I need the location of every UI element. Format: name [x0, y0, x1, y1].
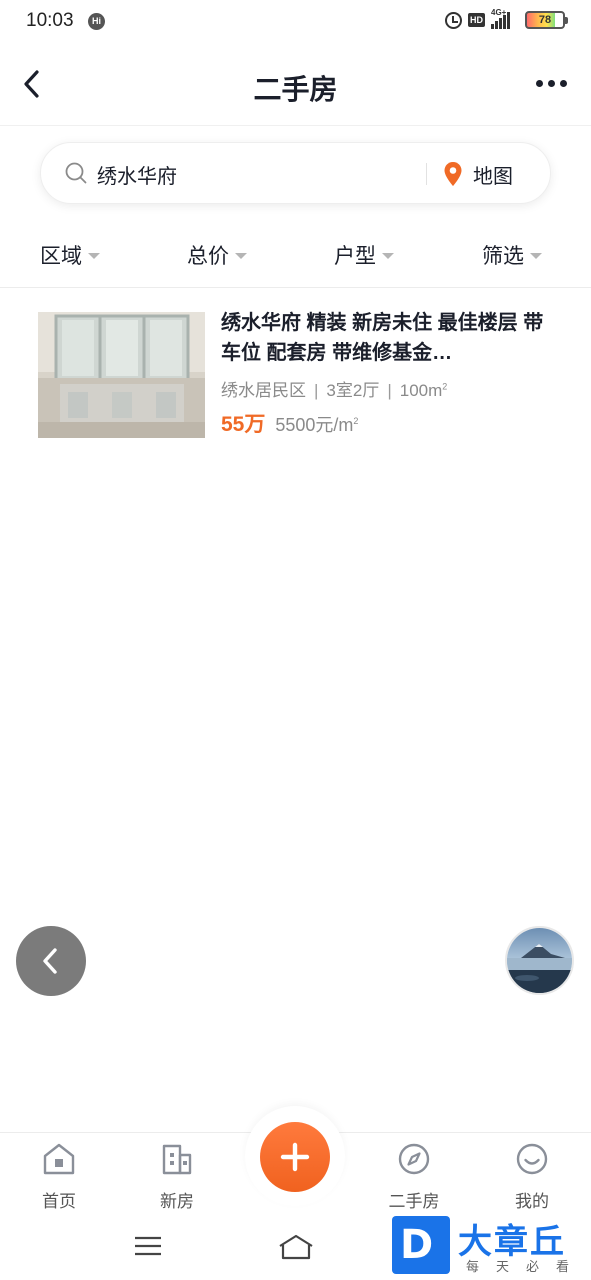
filter-label: 筛选	[482, 245, 524, 268]
search-bar: 地图	[40, 142, 551, 204]
building-icon	[162, 1144, 192, 1175]
search-input[interactable]	[97, 157, 397, 191]
filter-area[interactable]: 区域	[40, 240, 100, 270]
hi-badge-icon: Hi	[88, 13, 105, 30]
listing-community: 绣水居民区	[221, 381, 306, 400]
watermark-badge-letter: D	[400, 1222, 434, 1268]
status-time: 10:03	[26, 10, 74, 31]
listing-photo	[38, 312, 205, 438]
status-icons: HD 4G+ 78	[445, 8, 568, 29]
square-superscript: 2	[353, 416, 359, 426]
compass-icon	[398, 1143, 430, 1175]
filter-label: 总价	[187, 245, 229, 268]
listing-layout: 3室2厅	[326, 381, 380, 400]
caret-down-icon	[530, 253, 542, 259]
tab-label: 新房	[160, 1192, 194, 1211]
page-title: 二手房	[253, 74, 338, 105]
square-superscript: 2	[442, 381, 448, 392]
filter-layout[interactable]: 户型	[334, 240, 394, 270]
map-button[interactable]: 地图	[443, 159, 513, 189]
search-divider	[426, 163, 427, 185]
tab-label: 我的	[515, 1192, 549, 1211]
caret-down-icon	[88, 253, 100, 259]
smile-icon	[516, 1143, 548, 1175]
listing-card[interactable]: 绣水华府 精装 新房未住 最佳楼层 带车位 配套房 带维修基金… 绣水居民区 | 3…	[38, 308, 553, 442]
floating-avatar[interactable]	[505, 926, 574, 995]
more-dot-icon	[547, 79, 555, 87]
price-per-sqm: 5500元/m2	[275, 411, 358, 437]
filter-label: 户型	[334, 245, 376, 268]
meta-separator: |	[387, 381, 392, 400]
plus-icon	[280, 1142, 310, 1172]
caret-down-icon	[235, 253, 247, 259]
battery-icon: 78	[525, 11, 568, 29]
battery-level: 78	[538, 14, 552, 26]
chevron-left-icon	[43, 948, 57, 974]
more-dot-icon	[559, 79, 567, 87]
watermark-logo: D 大章丘 每天必看	[386, 1214, 591, 1280]
more-dot-icon	[535, 79, 543, 87]
network-type: 4G+	[491, 8, 507, 17]
signal-icon: 4G+	[491, 8, 519, 29]
status-bar: 10:03 Hi HD 4G+ 78	[0, 0, 591, 44]
home-icon	[43, 1143, 75, 1175]
filter-more[interactable]: 筛选	[482, 240, 542, 270]
floating-back-button[interactable]	[16, 926, 86, 996]
filter-total-price[interactable]: 总价	[187, 240, 247, 270]
watermark-badge-icon: D	[392, 1216, 450, 1274]
watermark-subtitle: 每天必看	[466, 1259, 587, 1274]
filter-label: 区域	[40, 245, 82, 268]
search-icon	[65, 162, 87, 184]
listing-title: 绣水华府 精装 新房未住 最佳楼层 带车位 配套房 带维修基金…	[221, 312, 544, 364]
meta-separator: |	[314, 381, 319, 400]
tab-label: 二手房	[388, 1192, 440, 1211]
hd-icon: HD	[468, 13, 485, 27]
price-total: 55万	[221, 413, 266, 436]
price-per-sqm-value: 5500元/m	[275, 415, 354, 435]
filter-bar: 区域 总价 户型 筛选	[0, 222, 591, 288]
alarm-icon	[445, 11, 462, 29]
tab-home[interactable]: 首页	[14, 1141, 104, 1212]
map-pin-icon	[444, 162, 462, 186]
system-home-icon[interactable]	[277, 1232, 315, 1262]
listing-meta: 绣水居民区 | 3室2厅 | 100m2	[221, 376, 447, 401]
landscape-avatar-image	[507, 928, 572, 993]
tab-label: 首页	[42, 1192, 76, 1211]
nav-bar: 二手房	[0, 44, 591, 126]
tab-second-hand[interactable]: 二手房	[369, 1141, 459, 1212]
map-label: 地图	[473, 165, 513, 188]
listing-area: 100m	[399, 381, 443, 400]
tab-new-homes[interactable]: 新房	[132, 1141, 222, 1212]
caret-down-icon	[382, 253, 394, 259]
listing-price: 55万 5500元/m2	[221, 408, 358, 438]
add-button[interactable]	[260, 1122, 330, 1192]
menu-icon[interactable]	[133, 1234, 163, 1258]
tab-mine[interactable]: 我的	[487, 1141, 577, 1212]
more-options-button[interactable]	[529, 68, 573, 98]
